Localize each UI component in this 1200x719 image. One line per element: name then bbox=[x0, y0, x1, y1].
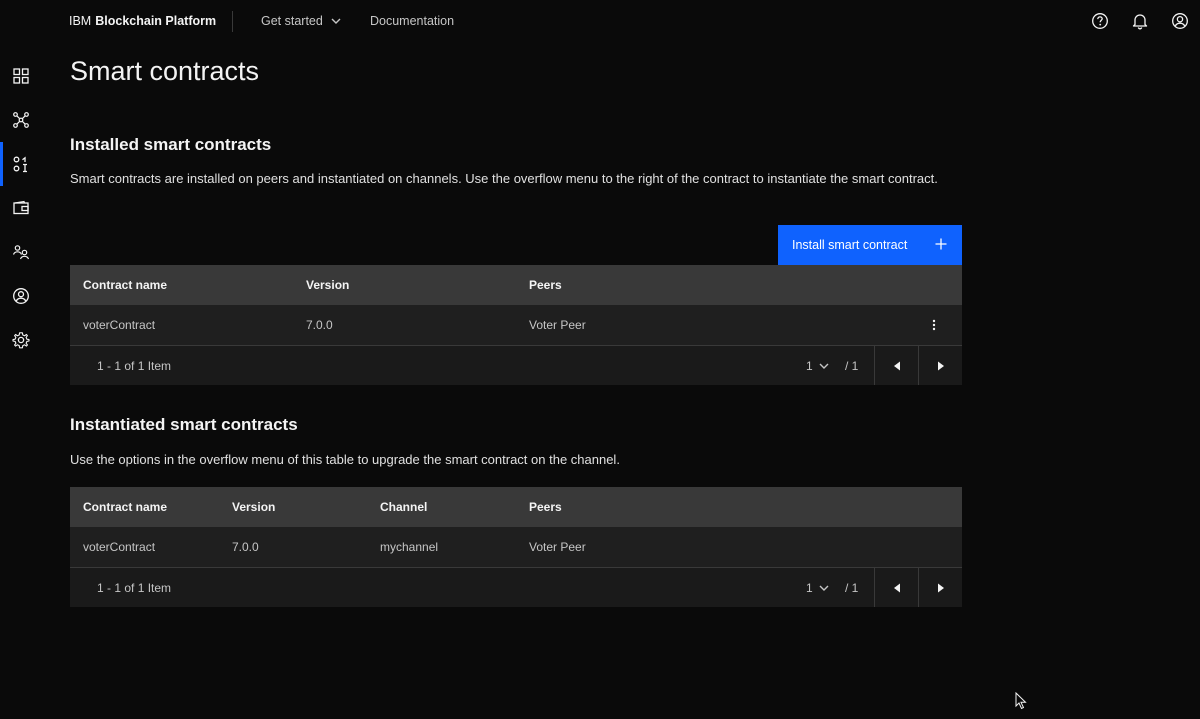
sidenav-item-smart-contracts[interactable] bbox=[0, 142, 42, 186]
sidenav-item-dashboard[interactable] bbox=[0, 54, 42, 98]
cell-contract-name: voterContract bbox=[83, 540, 156, 554]
brand-prefix: IBM bbox=[69, 14, 92, 28]
chevron-down-icon bbox=[331, 18, 341, 24]
cell-version: 7.0.0 bbox=[306, 318, 333, 332]
app-root: IBM Blockchain Platform Get started Docu… bbox=[0, 0, 1200, 719]
dashboard-icon bbox=[13, 68, 29, 84]
network-icon bbox=[13, 112, 29, 128]
caret-left-icon bbox=[893, 583, 900, 592]
installed-section-title: Installed smart contracts bbox=[70, 135, 272, 154]
header-divider bbox=[232, 11, 233, 32]
page-total: / 1 bbox=[845, 358, 859, 373]
users-icon bbox=[13, 288, 29, 304]
sidenav-item-network[interactable] bbox=[0, 98, 42, 142]
page-select-value: 1 bbox=[806, 580, 813, 595]
page-select[interactable]: 1 bbox=[806, 346, 829, 385]
caret-left-icon bbox=[893, 361, 900, 370]
table-row[interactable]: voterContract 7.0.0 Voter Peer bbox=[70, 305, 962, 346]
caret-right-icon bbox=[937, 361, 944, 370]
column-header-peers[interactable]: Peers bbox=[529, 487, 562, 527]
cell-channel: mychannel bbox=[380, 540, 439, 554]
next-page-button[interactable] bbox=[918, 568, 962, 607]
nav-documentation-label: Documentation bbox=[370, 14, 455, 28]
notification-icon[interactable] bbox=[1130, 11, 1150, 31]
column-header-channel[interactable]: Channel bbox=[380, 487, 427, 527]
table-header: Contract name Version Peers bbox=[70, 265, 962, 305]
smart-contracts-icon bbox=[13, 156, 27, 173]
plus-icon bbox=[935, 238, 947, 250]
nav-documentation[interactable]: Documentation bbox=[370, 0, 454, 42]
page-title: Smart contracts bbox=[70, 56, 260, 86]
sidenav-item-settings[interactable] bbox=[0, 318, 42, 362]
pagination-range: 1 - 1 of 1 Item bbox=[97, 580, 172, 595]
sidenav-item-organizations[interactable] bbox=[0, 230, 42, 274]
next-page-button[interactable] bbox=[918, 346, 962, 385]
page-select[interactable]: 1 bbox=[806, 568, 829, 607]
install-smart-contract-label: Install smart contract bbox=[792, 238, 908, 252]
overflow-menu-icon[interactable] bbox=[926, 317, 942, 333]
wallet-icon bbox=[13, 200, 29, 215]
help-icon[interactable] bbox=[1090, 11, 1110, 31]
page-total: / 1 bbox=[845, 580, 859, 595]
organizations-icon bbox=[12, 245, 30, 260]
previous-page-button[interactable] bbox=[874, 346, 918, 385]
column-header-version[interactable]: Version bbox=[232, 487, 275, 527]
previous-page-button[interactable] bbox=[874, 568, 918, 607]
page-select-value: 1 bbox=[806, 358, 813, 373]
nav-get-started[interactable]: Get started bbox=[261, 0, 341, 42]
brand[interactable]: IBM Blockchain Platform bbox=[69, 0, 216, 42]
column-header-peers[interactable]: Peers bbox=[529, 265, 562, 305]
cell-peers: Voter Peer bbox=[529, 540, 586, 554]
pagination-range: 1 - 1 of 1 Item bbox=[97, 358, 172, 373]
user-avatar-icon[interactable] bbox=[1170, 11, 1190, 31]
sidenav-item-users[interactable] bbox=[0, 274, 42, 318]
caret-right-icon bbox=[937, 583, 944, 592]
chevron-down-icon bbox=[819, 585, 829, 591]
sidenav-item-wallet[interactable] bbox=[0, 186, 42, 230]
table-row[interactable]: voterContract 7.0.0 mychannel Voter Peer bbox=[70, 527, 962, 568]
cell-peers: Voter Peer bbox=[529, 318, 586, 332]
brand-name: Blockchain Platform bbox=[95, 14, 217, 28]
cell-version: 7.0.0 bbox=[232, 540, 259, 554]
pagination: 1 - 1 of 1 Item 1 / 1 bbox=[70, 346, 962, 385]
chevron-down-icon bbox=[819, 363, 829, 369]
column-header-contract-name[interactable]: Contract name bbox=[83, 265, 167, 305]
column-header-version[interactable]: Version bbox=[306, 265, 349, 305]
install-smart-contract-button[interactable]: Install smart contract bbox=[778, 225, 962, 265]
nav-get-started-label: Get started bbox=[261, 14, 323, 28]
cell-contract-name: voterContract bbox=[83, 318, 156, 332]
column-header-contract-name[interactable]: Contract name bbox=[83, 487, 167, 527]
instantiated-contracts-table: Contract name Version Channel Peers vote… bbox=[70, 487, 962, 607]
installed-contracts-table: Contract name Version Peers voterContrac… bbox=[70, 265, 962, 385]
instantiated-section-title: Instantiated smart contracts bbox=[70, 415, 298, 434]
installed-section-description: Smart contracts are installed on peers a… bbox=[70, 171, 938, 186]
settings-icon bbox=[12, 332, 30, 349]
mouse-cursor-icon bbox=[1015, 692, 1027, 710]
pagination: 1 - 1 of 1 Item 1 / 1 bbox=[70, 568, 962, 607]
top-header: IBM Blockchain Platform Get started Docu… bbox=[0, 0, 1200, 42]
table-header: Contract name Version Channel Peers bbox=[70, 487, 962, 527]
instantiated-section-description: Use the options in the overflow menu of … bbox=[70, 452, 620, 467]
